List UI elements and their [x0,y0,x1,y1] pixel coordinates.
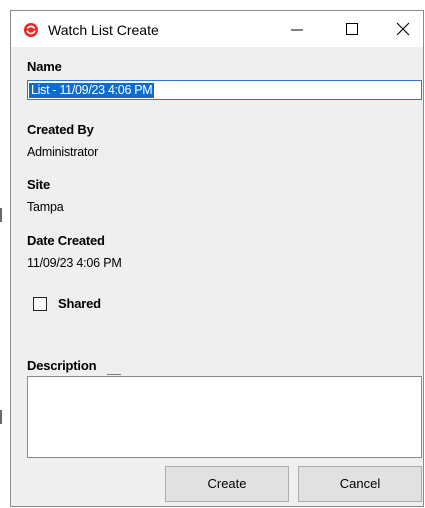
watch-list-app-icon [24,23,38,37]
date-created-label: Date Created [27,233,105,248]
created-by-value: Administrator [27,145,99,159]
shared-label[interactable]: Shared [58,296,101,311]
description-textarea[interactable] [27,376,422,458]
date-created-value: 11/09/23 4:06 PM [27,256,122,270]
background-edge-mark [0,208,2,222]
minimize-button[interactable] [275,11,319,47]
create-button[interactable]: Create [165,466,289,502]
description-label: Description [27,358,97,373]
close-icon [396,22,410,36]
minimize-icon [291,29,303,31]
name-label: Name [27,59,62,74]
shared-checkbox[interactable] [33,297,47,311]
maximize-icon [346,23,358,35]
background-edge-mark [0,410,2,424]
close-button[interactable] [381,11,425,47]
created-by-label: Created By [27,122,94,137]
cancel-button[interactable]: Cancel [298,466,422,502]
name-input-value: List - 11/09/23 4:06 PM [29,83,155,98]
title-bar[interactable]: Watch List Create [11,11,423,47]
maximize-button[interactable] [330,11,374,47]
description-groupbox-border [107,374,121,375]
window-title: Watch List Create [48,22,159,38]
site-label: Site [27,177,51,192]
name-input[interactable]: List - 11/09/23 4:06 PM [27,80,422,100]
site-value: Tampa [27,200,64,214]
watch-list-create-dialog: Watch List Create Name List - 11/09/23 4… [10,10,424,507]
